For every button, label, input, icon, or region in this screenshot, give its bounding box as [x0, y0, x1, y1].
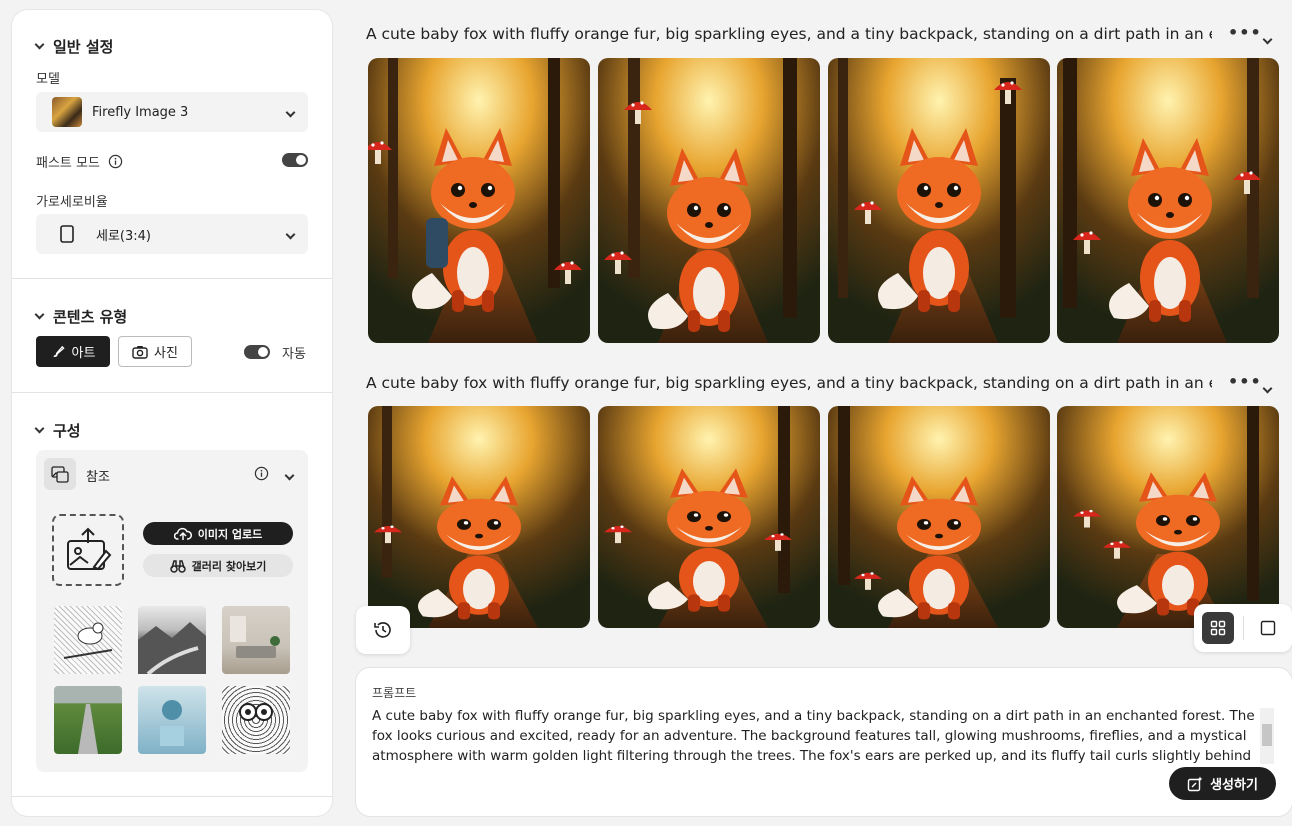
image-upload-icon: [67, 527, 112, 571]
brush-icon: [53, 345, 65, 357]
model-value: Firefly Image 3: [92, 104, 189, 120]
content-type-title: 콘텐츠 유형: [53, 308, 128, 326]
generated-image[interactable]: [368, 406, 590, 628]
fast-mode-toggle[interactable]: [282, 153, 308, 167]
history-icon: [374, 622, 391, 638]
info-icon[interactable]: [254, 466, 269, 481]
chevron-down-icon[interactable]: [1262, 377, 1273, 396]
chevron-down-icon: [285, 105, 296, 120]
chevron-down-icon: [285, 227, 296, 242]
more-options-icon[interactable]: •••: [1228, 23, 1262, 42]
chevron-down-icon: [34, 309, 45, 320]
aspect-ratio-value: 세로(3:4): [96, 228, 151, 244]
settings-panel: 일반 설정 모델 Firefly Image 3 패스트 모드 가로세로비율 세…: [12, 10, 332, 816]
reference-card: 참조 이미지 업로드 갤러리 찾아보기: [36, 450, 308, 772]
art-button[interactable]: 아트: [36, 336, 110, 367]
composition-title: 구성: [53, 422, 81, 440]
reference-thumbnail-bird-sketch[interactable]: [54, 606, 122, 674]
fast-mode-label: 패스트 모드: [36, 156, 100, 171]
reference-thumbnail-living-room[interactable]: [222, 606, 290, 674]
photo-button[interactable]: 사진: [118, 336, 192, 367]
camera-icon: [132, 345, 148, 359]
generated-image[interactable]: [1057, 58, 1279, 343]
generate-icon: [1187, 776, 1203, 791]
portrait-icon: [60, 225, 74, 243]
reference-icon: [44, 458, 76, 490]
generate-button[interactable]: 생성하기: [1169, 767, 1276, 800]
reference-thumbnail-mountain-river[interactable]: [138, 606, 206, 676]
content-type-header[interactable]: 콘텐츠 유형: [34, 306, 128, 327]
generated-image[interactable]: [368, 58, 590, 343]
cloud-upload-icon: [173, 527, 192, 540]
generated-image[interactable]: [1057, 406, 1279, 628]
divider: [12, 392, 332, 393]
reference-thumbnail-owl-sketch[interactable]: [222, 686, 290, 754]
prompt-textarea[interactable]: A cute baby fox with fluffy orange fur, …: [372, 706, 1260, 766]
reference-thumbnail-road-field[interactable]: [54, 686, 122, 754]
chevron-down-icon[interactable]: [1262, 28, 1273, 47]
browse-gallery-button[interactable]: 갤러리 찾아보기: [143, 554, 293, 577]
aspect-ratio-label: 가로세로비율: [36, 195, 108, 210]
generated-image[interactable]: [598, 406, 820, 628]
reference-thumbnail-sphere-cube[interactable]: [138, 686, 206, 754]
model-thumbnail-icon: [52, 97, 82, 127]
chevron-down-icon[interactable]: [284, 464, 295, 483]
history-button[interactable]: [356, 606, 410, 654]
grid-icon: [1210, 620, 1226, 636]
general-settings-title: 일반 설정: [53, 38, 114, 56]
result-prompt-title: A cute baby fox with fluffy orange fur, …: [366, 25, 1212, 43]
prompt-scrollbar[interactable]: [1260, 708, 1274, 764]
grid-view-button[interactable]: [1202, 612, 1234, 644]
auto-toggle[interactable]: [244, 345, 270, 359]
binoculars-icon: [169, 559, 186, 573]
fast-mode-row: 패스트 모드: [36, 152, 123, 171]
chevron-down-icon: [34, 39, 45, 50]
view-toggle: [1194, 604, 1292, 652]
prompt-panel: 프롬프트 A cute baby fox with fluffy orange …: [356, 668, 1292, 816]
generated-image[interactable]: [828, 58, 1050, 343]
divider: [1243, 616, 1244, 640]
reference-upload-dropzone[interactable]: [52, 514, 124, 586]
result-prompt-title: A cute baby fox with fluffy orange fur, …: [366, 374, 1212, 392]
single-view-button[interactable]: [1252, 612, 1284, 644]
general-settings-header[interactable]: 일반 설정: [34, 36, 114, 57]
auto-label: 자동: [282, 347, 306, 362]
model-label: 모델: [36, 72, 60, 87]
model-select[interactable]: Firefly Image 3: [36, 92, 308, 132]
browse-gallery-label: 갤러리 찾아보기: [191, 559, 267, 573]
upload-image-label: 이미지 업로드: [197, 527, 263, 541]
art-label: 아트: [71, 346, 96, 361]
upload-image-button[interactable]: 이미지 업로드: [143, 522, 293, 545]
square-icon: [1260, 620, 1276, 636]
generate-label: 생성하기: [1210, 778, 1258, 793]
divider: [12, 278, 332, 279]
generated-image[interactable]: [828, 406, 1050, 628]
composition-header[interactable]: 구성: [34, 420, 81, 441]
more-options-icon[interactable]: •••: [1228, 372, 1262, 391]
reference-label: 참조: [86, 470, 110, 485]
info-icon[interactable]: [108, 154, 123, 169]
generated-image[interactable]: [598, 58, 820, 343]
divider: [12, 796, 332, 797]
prompt-label: 프롬프트: [372, 686, 417, 700]
photo-label: 사진: [154, 346, 178, 361]
chevron-down-icon: [34, 423, 45, 434]
aspect-ratio-select[interactable]: 세로(3:4): [36, 214, 308, 254]
scrollbar-thumb[interactable]: [1262, 724, 1272, 746]
